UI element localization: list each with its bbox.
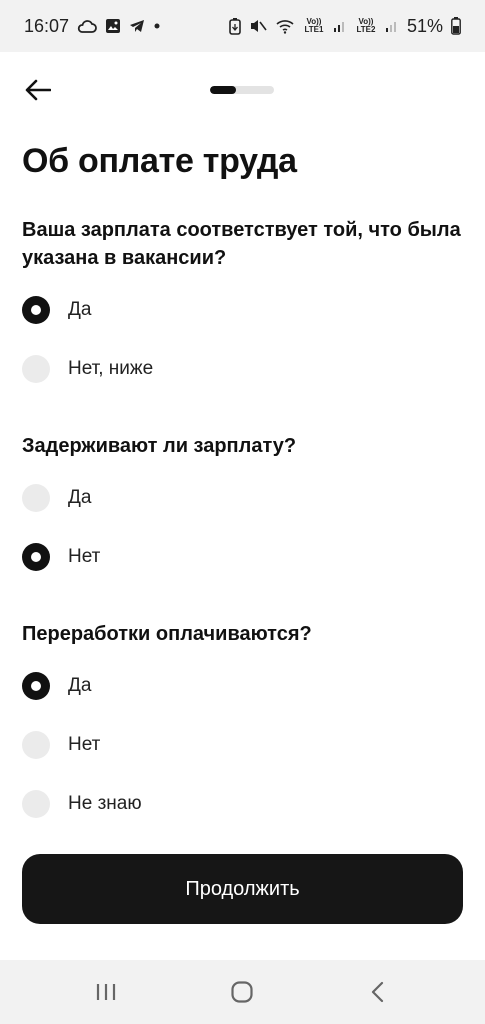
option-salary-match-yes[interactable]: Да — [22, 295, 91, 325]
signal-icon — [385, 19, 399, 33]
option-salary-match-lower[interactable]: Нет, ниже — [22, 354, 153, 384]
status-bar: 16:07 Vo)) LTE1 Vo)) LTE2 51% — [0, 0, 485, 52]
option-label: Нет — [68, 734, 101, 755]
home-button[interactable] — [222, 974, 262, 1010]
mute-icon — [249, 18, 267, 34]
option-label: Не знаю — [68, 793, 142, 814]
recent-apps-button[interactable] — [86, 974, 126, 1010]
back-button[interactable] — [20, 72, 56, 108]
dot-icon — [153, 22, 161, 30]
arrow-left-icon — [25, 79, 51, 101]
question-overtime-paid: Переработки оплачиваются? — [22, 623, 312, 645]
radio-button[interactable] — [22, 296, 50, 324]
option-label: Да — [68, 487, 92, 508]
radio-button[interactable] — [22, 543, 50, 571]
system-nav-bar — [0, 960, 485, 1024]
page-title: Об оплате труда — [22, 142, 297, 180]
option-overtime-yes[interactable]: Да — [22, 671, 91, 701]
progress-fill — [210, 86, 236, 94]
back-icon — [371, 981, 384, 1003]
status-time: 16:07 — [24, 15, 70, 36]
question-salary-match: Ваша зарплата соответствует той, что был… — [22, 219, 461, 269]
system-back-button[interactable] — [358, 974, 398, 1010]
option-label: Нет — [68, 546, 101, 567]
wifi-icon — [275, 18, 295, 34]
option-overtime-no[interactable]: Нет — [22, 730, 100, 760]
option-salary-delay-yes[interactable]: Да — [22, 483, 91, 513]
signal-icon — [333, 19, 347, 33]
radio-button[interactable] — [22, 484, 50, 512]
recent-apps-icon — [96, 984, 116, 1000]
gallery-icon — [105, 18, 121, 34]
sim1-label: Vo)) LTE1 — [304, 17, 324, 34]
question-salary-delay: Задерживают ли зарплату? — [22, 435, 297, 457]
option-label: Да — [68, 675, 92, 696]
status-bar-right: Vo)) LTE1 Vo)) LTE2 51% — [229, 16, 461, 37]
option-salary-delay-no[interactable]: Нет — [22, 542, 100, 572]
option-overtime-unknown[interactable]: Не знаю — [22, 789, 142, 819]
home-icon — [231, 981, 253, 1003]
continue-button[interactable]: Продолжить — [22, 854, 463, 924]
radio-button[interactable] — [22, 790, 50, 818]
status-bar-left: 16:07 — [24, 16, 161, 37]
progress-bar — [210, 86, 274, 94]
cloud-icon — [77, 19, 97, 33]
radio-button[interactable] — [22, 672, 50, 700]
battery-saver-icon — [229, 17, 241, 35]
telegram-icon — [129, 19, 145, 33]
option-label: Да — [68, 299, 92, 320]
battery-percent: 51% — [406, 15, 443, 36]
radio-button[interactable] — [22, 731, 50, 759]
battery-icon — [451, 17, 461, 35]
option-label: Нет, ниже — [68, 358, 154, 379]
sim2-label: Vo)) LTE2 — [356, 17, 376, 34]
radio-button[interactable] — [22, 355, 50, 383]
